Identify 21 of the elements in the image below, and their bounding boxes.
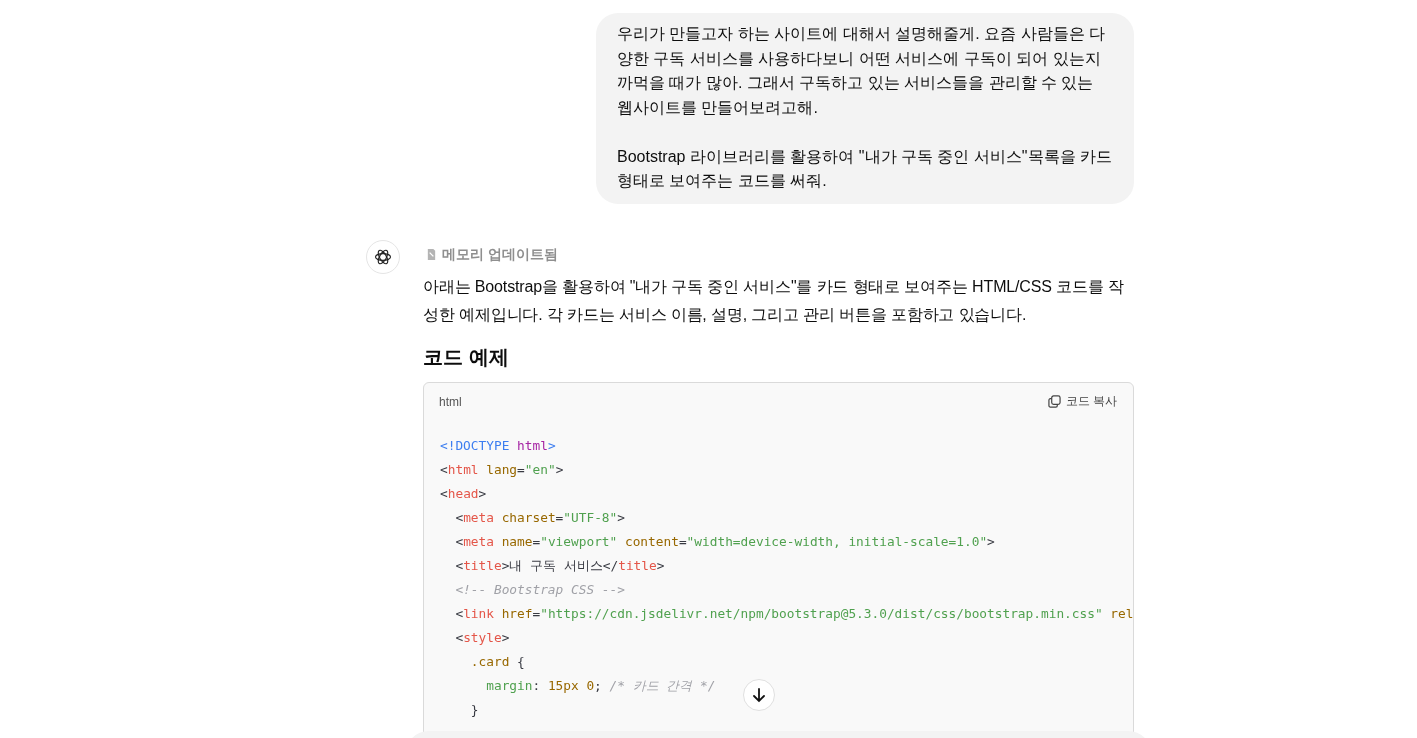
code-line: margin: 15px 0; /* 카드 간격 */ [485,676,716,695]
code-line: <meta charset="UTF-8"> [454,508,625,527]
code-line: <style> [454,628,510,647]
copy-code-button[interactable]: 코드 복사 [1048,393,1118,410]
code-line: <title>내 구독 서비스</title> [454,556,665,575]
message-text: 우리가 만들고자 하는 사이트에 대해서 설명해줄게. 요즘 사람들은 다양한 구독 서비스를 사용하다보니 어떤 서비스에 구독이 되어 있는지 까먹을 때가 많아. 그래서 구독하고 있는 서비스들을 관리할 수 있는 웹사이트를 만들어보려고해. [617,24,1106,118]
code-line: <!DOCTYPE html> [440,436,556,455]
response-text: 아래는 Bootstrap을 활용하여 "내가 구독 중인 서비스"를 카드 형태로 보여주는 HTML/CSS 코드를 작성한 예제입니다. 각 카드는 서비스 이름, 설명, 그리고 관리 버튼을 포함하고 있습니다. [423,276,1125,325]
section-heading: 코드 예제 [423,344,510,370]
code-line: <meta name="viewport" content="width=device-width, initial-scale=1.0"> [454,532,995,551]
message-text: Bootstrap 라이브러리를 활용하여 "내가 구독 중인 서비스"목록을 카드 형태로 보여주는 코드를 써줘. [617,146,1113,191]
code-line: <link href="https://cdn.jsdelivr.net/npm/bootstrap@5.3.0/dist/css/bootstrap.min.css" rel [454,604,1134,623]
arrow-down-icon [751,687,767,703]
code-line: <html lang="en"> [440,460,564,479]
code-line: .card { [469,652,525,671]
code-line: } [469,700,479,719]
memory-icon [426,248,437,261]
code-language: html [439,394,462,409]
code-line: <head> [440,484,487,503]
code-line: <!-- Bootstrap CSS --> [454,580,625,599]
copy-icon [1048,395,1062,408]
